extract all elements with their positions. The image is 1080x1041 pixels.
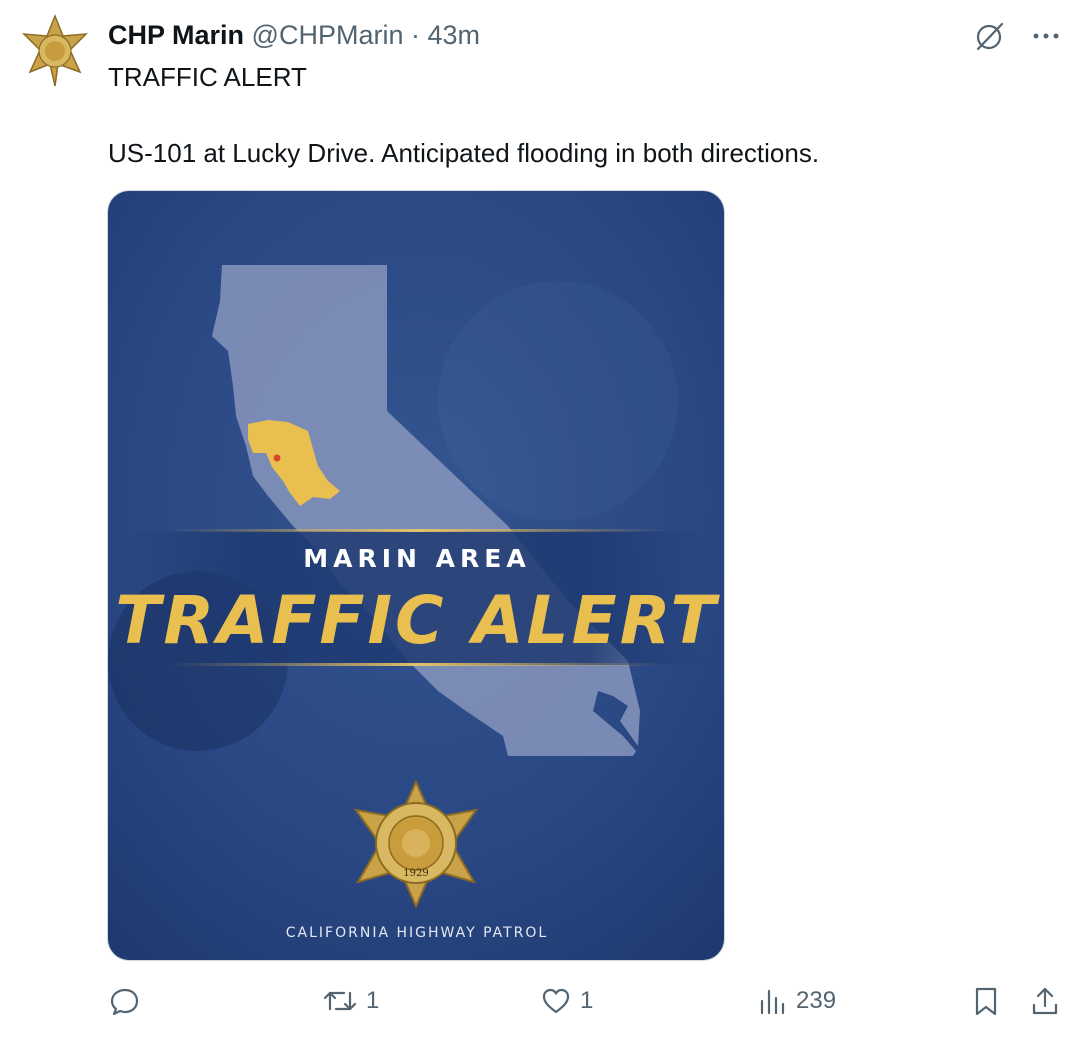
views-button[interactable]: 239	[758, 985, 836, 1017]
views-icon	[758, 985, 788, 1017]
separator: ·	[411, 20, 420, 50]
top-right-actions	[974, 20, 1060, 52]
chp-badge-avatar	[22, 13, 88, 87]
media-headline: TRAFFIC ALERT	[115, 582, 720, 659]
bookmark-icon	[972, 985, 1000, 1017]
like-button[interactable]: 1	[540, 985, 593, 1017]
like-count: 1	[580, 987, 594, 1014]
timestamp[interactable]: 43m	[428, 20, 481, 50]
more-icon[interactable]	[1032, 32, 1060, 40]
tweet-header: CHP Marin @CHPMarin · 43m	[108, 18, 480, 52]
retweet-icon	[322, 985, 358, 1017]
views-count: 239	[796, 987, 837, 1014]
retweet-button[interactable]: 1	[322, 985, 379, 1017]
media-footer: CALIFORNIA HIGHWAY PATROL	[286, 925, 548, 941]
bookmark-button[interactable]	[972, 985, 1000, 1017]
like-icon	[540, 985, 572, 1017]
reply-button[interactable]	[108, 985, 148, 1017]
tweet-line-2: US-101 at Lucky Drive. Anticipated flood…	[108, 138, 820, 168]
share-icon	[1030, 985, 1060, 1017]
tweet-line-1: TRAFFIC ALERT	[108, 62, 307, 92]
author-name[interactable]: CHP Marin	[108, 20, 244, 50]
tweet-text: TRAFFIC ALERT US-101 at Lucky Drive. Ant…	[108, 60, 1008, 170]
reply-icon	[108, 985, 140, 1017]
media-image[interactable]: MARIN AREA TRAFFIC ALERT 1929 CALIFORNIA…	[107, 190, 725, 961]
location-marker	[273, 454, 281, 462]
avatar[interactable]	[18, 13, 92, 88]
badge-year: 1929	[403, 868, 428, 879]
author-handle[interactable]: @CHPMarin	[252, 20, 404, 50]
grok-icon[interactable]	[974, 20, 1006, 52]
action-bar: 1 1 239	[0, 985, 1080, 1025]
share-button[interactable]	[1030, 985, 1060, 1017]
media-subtitle: MARIN AREA	[303, 544, 530, 573]
retweet-count: 1	[366, 987, 380, 1014]
